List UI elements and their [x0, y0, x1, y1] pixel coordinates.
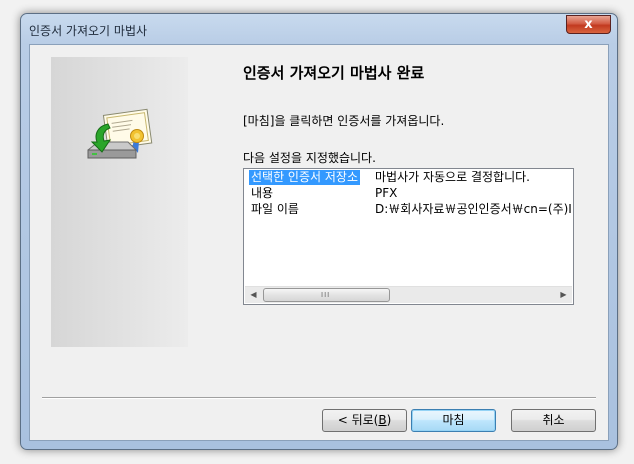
scroll-left-arrow-icon[interactable]: ◀: [245, 287, 262, 303]
settings-row-filename[interactable]: 파일 이름 D:￦회사자료￦공인인증서￦cn=(주)I: [248, 202, 573, 217]
scrollbar-thumb[interactable]: III: [263, 288, 390, 302]
back-button-accelerator: B: [378, 413, 387, 427]
settings-key: 내용: [251, 186, 274, 200]
settings-key: 선택한 인증서 저장소: [249, 170, 360, 185]
settings-row-content[interactable]: 내용 PFX: [248, 186, 573, 201]
page-title: 인증서 가져오기 마법사 완료: [243, 64, 425, 82]
window-title: 인증서 가져오기 마법사: [29, 24, 148, 38]
divider: [42, 397, 596, 399]
back-button-label-end: ): [386, 413, 392, 427]
title-bar[interactable]: 인증서 가져오기 마법사 x: [21, 14, 617, 44]
scroll-right-arrow-icon[interactable]: ▶: [555, 287, 572, 303]
certificate-import-icon: [87, 108, 153, 159]
settings-row-store[interactable]: 선택한 인증서 저장소 마법사가 자동으로 결정합니다.: [248, 170, 573, 185]
horizontal-scrollbar[interactable]: ◀ III ▶: [245, 286, 572, 303]
settings-key: 파일 이름: [251, 202, 299, 216]
wizard-client-area: 인증서 가져오기 마법사 완료 [마침]을 클릭하면 인증서를 가져옵니다. 다…: [29, 44, 609, 441]
finish-button[interactable]: 마침: [411, 409, 496, 432]
back-button[interactable]: < 뒤로(B): [322, 409, 407, 432]
scrollbar-grip: III: [321, 291, 331, 299]
settings-value: 마법사가 자동으로 결정합니다.: [375, 170, 530, 184]
settings-value: D:￦회사자료￦공인인증서￦cn=(주)I: [375, 202, 572, 216]
close-icon: x: [584, 17, 593, 32]
instruction-text: [마침]을 클릭하면 인증서를 가져옵니다.: [243, 114, 445, 128]
close-button[interactable]: x: [566, 15, 611, 34]
cancel-button[interactable]: 취소: [511, 409, 596, 432]
settings-label: 다음 설정을 지정했습니다.: [243, 151, 376, 165]
settings-list[interactable]: 선택한 인증서 저장소 마법사가 자동으로 결정합니다. 내용 PFX 파일 이…: [243, 168, 574, 305]
wizard-side-panel: [51, 57, 188, 347]
settings-value: PFX: [375, 186, 398, 200]
certificate-import-wizard-window: 인증서 가져오기 마법사 x 인증서 가져오기 마법사 완료 [마침]을 클릭하…: [20, 13, 618, 450]
back-button-label: < 뒤로(: [337, 413, 379, 427]
